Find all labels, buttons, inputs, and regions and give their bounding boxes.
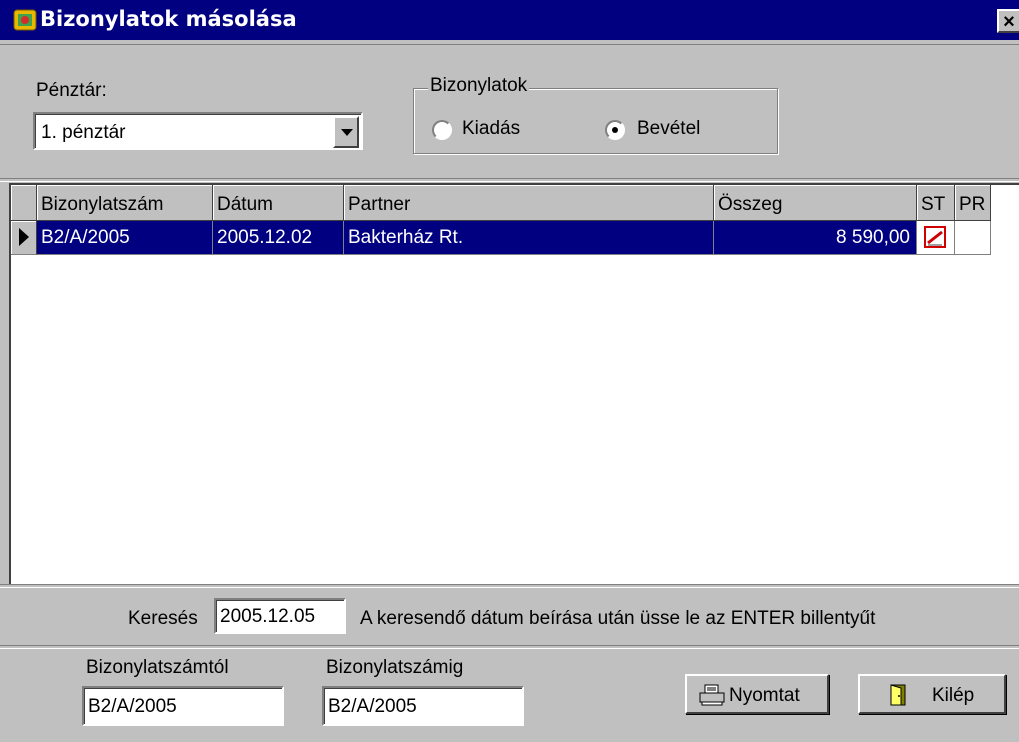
status-icon: [924, 226, 946, 248]
print-button-label: Nyomtat: [729, 685, 800, 706]
from-value: B2/A/2005: [88, 696, 177, 717]
to-field[interactable]: B2/A/2005: [322, 686, 524, 726]
window-title: Bizonylatok másolása: [40, 7, 297, 31]
printer-icon: [699, 684, 725, 706]
bizonylatok-groupbox: Bizonylatok Kiadás Bevétel: [413, 75, 778, 154]
column-header-label: Dátum: [217, 194, 273, 215]
from-label: Bizonylatszámtól: [86, 657, 229, 678]
radio-kiadas-label[interactable]: Kiadás: [462, 118, 520, 140]
to-value: B2/A/2005: [328, 696, 417, 717]
radio-bevetel[interactable]: [605, 120, 625, 140]
table-cell-bizonylatszam[interactable]: B2/A/2005: [37, 221, 213, 255]
table-cell-osszeg[interactable]: 8 590,00: [714, 221, 917, 255]
door-icon: [890, 684, 906, 706]
print-button[interactable]: Nyomtat: [685, 674, 829, 714]
title-bar: Bizonylatok másolása ×: [0, 0, 1019, 40]
cell-text: Bakterház Rt.: [348, 227, 464, 248]
to-label: Bizonylatszámig: [326, 657, 464, 678]
close-icon: ×: [1003, 11, 1015, 33]
radio-kiadas[interactable]: [432, 120, 452, 140]
search-hint: A keresendő dátum beírása után üsse le a…: [360, 608, 876, 629]
row-pointer-icon: [19, 228, 29, 246]
column-header-st[interactable]: ST: [917, 185, 955, 221]
column-header-bizonylatszam[interactable]: Bizonylatszám: [37, 185, 213, 221]
penztar-combobox[interactable]: 1. pénztár: [33, 112, 363, 150]
column-header-pr[interactable]: PR: [955, 185, 991, 221]
search-input[interactable]: 2005.12.05: [214, 598, 346, 634]
penztar-label: Pénztár:: [36, 80, 107, 101]
column-header-datum[interactable]: Dátum: [213, 185, 344, 221]
from-field[interactable]: B2/A/2005: [82, 686, 284, 726]
app-icon: [13, 9, 37, 31]
column-header-partner[interactable]: Partner: [344, 185, 714, 221]
cell-text: 2005.12.02: [217, 227, 313, 248]
groupbox-title: Bizonylatok: [428, 75, 530, 97]
dropdown-button[interactable]: [333, 116, 359, 148]
grid-corner: [11, 185, 37, 221]
cell-text: B2/A/2005: [41, 227, 130, 248]
exit-button[interactable]: Kilép: [858, 674, 1006, 714]
column-header-label: ST: [921, 194, 946, 215]
table-cell-partner[interactable]: Bakterház Rt.: [344, 221, 714, 255]
close-button[interactable]: ×: [997, 9, 1019, 33]
table-cell-datum[interactable]: 2005.12.02: [213, 221, 344, 255]
table-cell-st[interactable]: [917, 221, 955, 255]
search-value: 2005.12.05: [220, 606, 316, 627]
chevron-down-icon: [341, 129, 353, 136]
column-header-label: Összeg: [718, 194, 783, 215]
title-separator: [0, 40, 1019, 45]
divider: [0, 178, 1019, 182]
radio-bevetel-label[interactable]: Bevétel: [637, 118, 700, 140]
radio-selected-dot: [612, 127, 618, 133]
documents-grid[interactable]: Bizonylatszám Dátum Partner Összeg ST PR…: [9, 183, 1019, 584]
search-label: Keresés: [128, 608, 198, 629]
column-header-label: PR: [959, 194, 986, 215]
column-header-label: Bizonylatszám: [41, 194, 164, 215]
divider: [0, 645, 1019, 649]
divider: [0, 584, 1019, 588]
column-header-osszeg[interactable]: Összeg: [714, 185, 917, 221]
penztar-value: 1. pénztár: [41, 122, 126, 143]
exit-button-label: Kilép: [932, 685, 975, 706]
row-indicator[interactable]: [11, 221, 37, 255]
cell-text: 8 590,00: [836, 227, 910, 248]
table-cell-pr[interactable]: [955, 221, 991, 255]
column-header-label: Partner: [348, 194, 411, 215]
